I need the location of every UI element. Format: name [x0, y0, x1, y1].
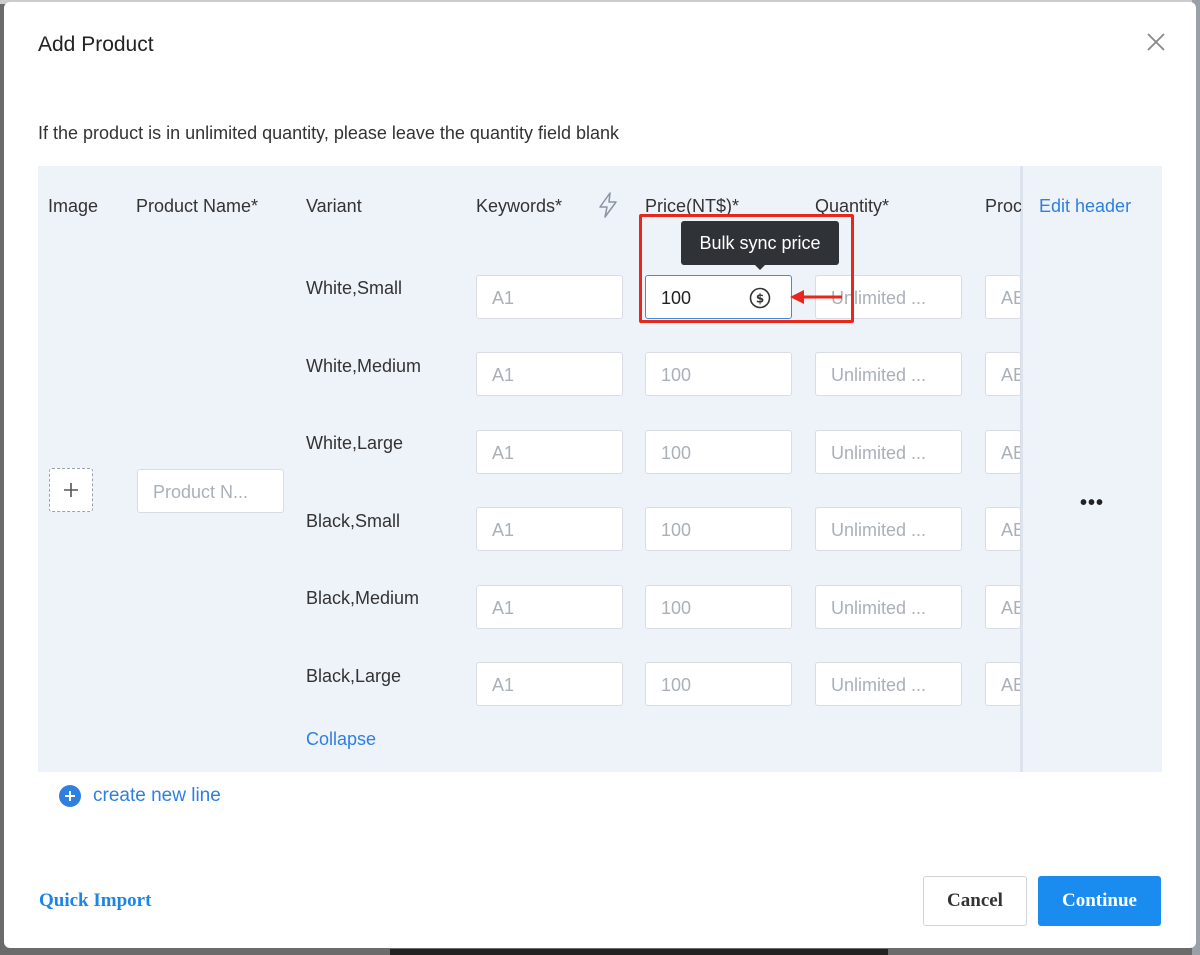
keywords-input[interactable]: A1	[476, 275, 623, 319]
backdrop-bottom	[390, 949, 888, 955]
header-image: Image	[48, 196, 99, 216]
close-icon	[1147, 33, 1165, 51]
price-input[interactable]: 100	[645, 507, 792, 551]
price-input[interactable]: 100	[645, 352, 792, 396]
annotation-highlight-box	[639, 214, 854, 323]
variant-label: Black,Large	[306, 666, 402, 686]
variant-label: White,Medium	[306, 356, 422, 376]
product-code-input[interactable]: AE	[985, 507, 1021, 551]
product-code-input[interactable]: AE	[985, 352, 1021, 396]
lightning-icon[interactable]	[597, 192, 619, 218]
edit-header-link[interactable]: Edit header	[1039, 196, 1131, 217]
price-input[interactable]: 100	[645, 662, 792, 706]
quantity-input[interactable]: Unlimited ...	[815, 662, 962, 706]
keywords-input[interactable]: A1	[476, 430, 623, 474]
keywords-input[interactable]: A1	[476, 662, 623, 706]
create-new-line-label: create new line	[93, 785, 221, 806]
variant-label: White,Large	[306, 433, 404, 453]
quantity-input[interactable]: Unlimited ...	[815, 507, 962, 551]
sticky-actions-column	[1020, 166, 1162, 772]
quantity-input[interactable]: Unlimited ...	[815, 585, 962, 629]
product-code-input[interactable]: AE	[985, 585, 1021, 629]
price-input[interactable]: 100	[645, 430, 792, 474]
add-product-dialog: Add Product If the product is in unlimit…	[4, 2, 1196, 948]
more-actions-icon[interactable]: •••	[1080, 492, 1104, 515]
cancel-button[interactable]: Cancel	[923, 876, 1027, 926]
keywords-input[interactable]: A1	[476, 507, 623, 551]
header-keywords: Keywords*	[476, 196, 563, 216]
price-input[interactable]: 100	[645, 585, 792, 629]
keywords-input[interactable]: A1	[476, 585, 623, 629]
keywords-input[interactable]: A1	[476, 352, 623, 396]
header-product-code: Proc	[985, 196, 1021, 216]
variant-label: Black,Medium	[306, 588, 420, 608]
product-code-input[interactable]: AE	[985, 430, 1021, 474]
quantity-input[interactable]: Unlimited ...	[815, 430, 962, 474]
continue-button[interactable]: Continue	[1038, 876, 1161, 926]
header-variant: Variant	[306, 196, 362, 216]
variant-label: Black,Small	[306, 511, 401, 531]
annotation-arrow-icon	[790, 290, 842, 304]
create-new-line-button[interactable]: create new line	[59, 785, 221, 807]
dialog-title: Add Product	[38, 33, 154, 56]
plus-icon	[64, 483, 78, 497]
add-image-button[interactable]	[49, 468, 93, 512]
close-button[interactable]	[1144, 30, 1168, 54]
plus-circle-icon	[59, 785, 81, 807]
product-name-input[interactable]: Product N...	[137, 469, 284, 513]
quantity-input[interactable]: Unlimited ...	[815, 352, 962, 396]
product-code-input[interactable]: AE	[985, 662, 1021, 706]
product-code-input[interactable]: AE	[985, 275, 1021, 319]
variant-label: White,Small	[306, 278, 403, 298]
header-product-name: Product Name*	[136, 196, 259, 216]
collapse-link[interactable]: Collapse	[306, 729, 376, 750]
hint-text: If the product is in unlimited quantity,…	[38, 123, 620, 143]
quick-import-link[interactable]: Quick Import	[39, 890, 151, 912]
